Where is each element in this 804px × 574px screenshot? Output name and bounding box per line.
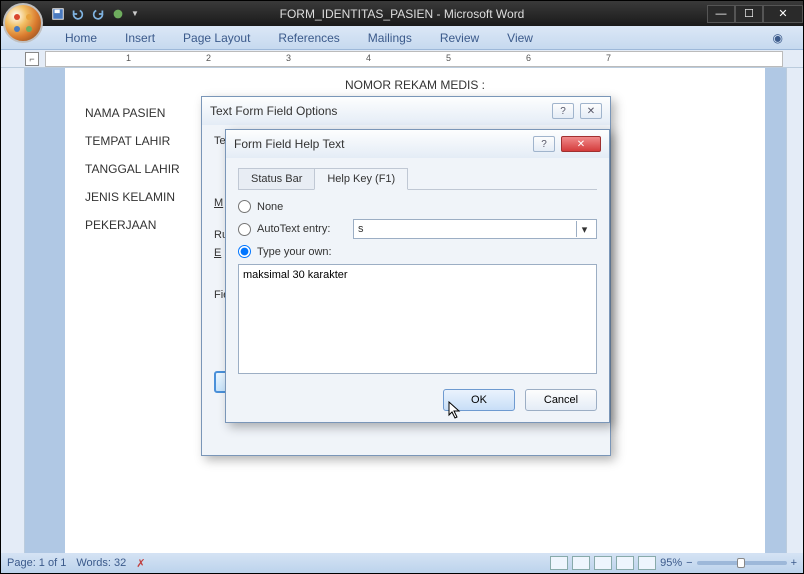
horizontal-ruler[interactable]: 1234567 — [45, 51, 783, 67]
save-icon[interactable] — [51, 7, 65, 21]
tab-page-layout[interactable]: Page Layout — [169, 27, 264, 49]
qat-icon[interactable] — [111, 7, 125, 21]
view-web-layout[interactable] — [594, 556, 612, 570]
view-outline[interactable] — [616, 556, 634, 570]
dialog1-close-button[interactable]: ✕ — [580, 103, 602, 119]
tab-home[interactable]: Home — [51, 27, 111, 49]
tab-status-bar[interactable]: Status Bar — [238, 168, 315, 190]
radio-autotext[interactable] — [238, 223, 251, 236]
tab-help-key[interactable]: Help Key (F1) — [314, 168, 408, 190]
dialog2-tabs: Status Bar Help Key (F1) — [238, 168, 597, 190]
radio-none[interactable] — [238, 200, 251, 213]
help-text-input[interactable] — [238, 264, 597, 374]
ruler-bar: ⌐ 1234567 — [1, 50, 803, 68]
tab-insert[interactable]: Insert — [111, 27, 169, 49]
chevron-down-icon[interactable]: ▾ — [576, 221, 592, 237]
vertical-ruler[interactable] — [1, 68, 25, 553]
status-page[interactable]: Page: 1 of 1 — [7, 557, 66, 569]
zoom-level[interactable]: 95% — [660, 557, 682, 569]
view-full-screen[interactable] — [572, 556, 590, 570]
zoom-slider[interactable] — [697, 561, 787, 565]
close-window-button[interactable]: ✕ — [763, 5, 803, 23]
status-words[interactable]: Words: 32 — [76, 557, 126, 569]
dialog2-title: Form Field Help Text — [234, 137, 344, 151]
zoom-in-button[interactable]: + — [791, 557, 797, 569]
doc-heading: NOMOR REKAM MEDIS : — [85, 78, 745, 92]
dialog2-help-button[interactable]: ? — [533, 136, 555, 152]
view-draft[interactable] — [638, 556, 656, 570]
undo-icon[interactable] — [71, 7, 85, 21]
label-autotext: AutoText entry: — [257, 223, 347, 235]
vertical-scrollbar[interactable] — [786, 68, 803, 553]
dialog1-title: Text Form Field Options — [210, 104, 337, 118]
form-field-help-text-dialog: Form Field Help Text ? ✕ Status Bar Help… — [225, 129, 610, 423]
office-button[interactable] — [3, 3, 43, 43]
maximize-button[interactable]: ☐ — [735, 5, 763, 23]
tab-review[interactable]: Review — [426, 27, 493, 49]
ribbon-tabs: Home Insert Page Layout References Maili… — [1, 26, 803, 50]
help-icon[interactable]: ◉ — [773, 31, 783, 45]
minimize-button[interactable]: — — [707, 5, 735, 23]
label-type-own: Type your own: — [257, 246, 332, 258]
qat-dropdown-icon[interactable]: ▼ — [131, 9, 139, 18]
view-print-layout[interactable] — [550, 556, 568, 570]
window-title: FORM_IDENTITAS_PASIEN - Microsoft Word — [280, 7, 525, 21]
dialog2-body: Status Bar Help Key (F1) None AutoText e… — [226, 158, 609, 421]
tab-view[interactable]: View — [493, 27, 547, 49]
redo-icon[interactable] — [91, 7, 105, 21]
dialog2-ok-button[interactable]: OK — [443, 389, 515, 411]
app-window: ▼ FORM_IDENTITAS_PASIEN - Microsoft Word… — [0, 0, 804, 574]
zoom-out-button[interactable]: − — [686, 557, 692, 569]
tab-references[interactable]: References — [264, 27, 353, 49]
label-none: None — [257, 201, 283, 213]
status-bar: Page: 1 of 1 Words: 32 ✗ 95% − + — [1, 553, 803, 573]
dialog1-help-button[interactable]: ? — [552, 103, 574, 119]
tab-mailings[interactable]: Mailings — [354, 27, 426, 49]
autotext-combo[interactable]: s ▾ — [353, 219, 597, 239]
titlebar: ▼ FORM_IDENTITAS_PASIEN - Microsoft Word… — [1, 1, 803, 26]
autotext-value: s — [358, 223, 364, 235]
dialog2-cancel-button[interactable]: Cancel — [525, 389, 597, 411]
proofing-icon[interactable]: ✗ — [136, 557, 145, 570]
dialog2-titlebar[interactable]: Form Field Help Text ? ✕ — [226, 130, 609, 158]
dialog1-titlebar[interactable]: Text Form Field Options ? ✕ — [202, 97, 610, 125]
radio-type-own[interactable] — [238, 245, 251, 258]
tab-selector[interactable]: ⌐ — [25, 52, 39, 66]
dialog2-close-button[interactable]: ✕ — [561, 136, 601, 152]
window-controls: — ☐ ✕ — [707, 5, 803, 23]
